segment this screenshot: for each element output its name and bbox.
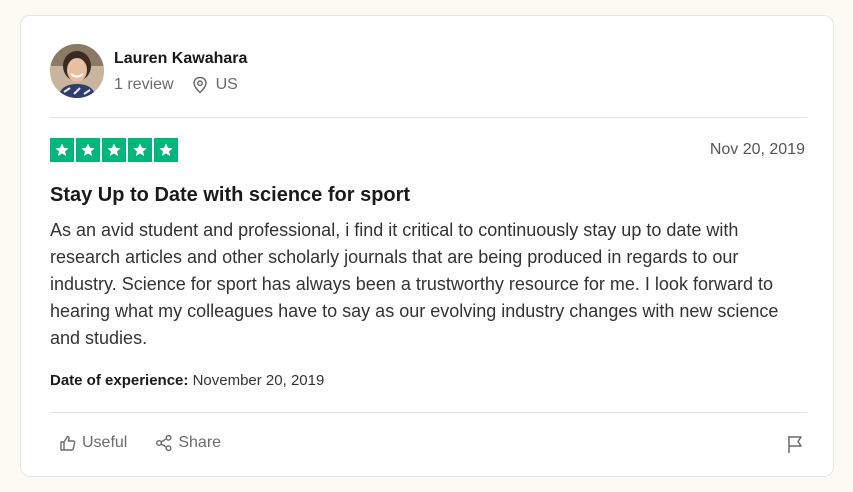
- share-icon: [156, 434, 172, 452]
- star-icon: [76, 138, 100, 162]
- review-title[interactable]: Stay Up to Date with science for sport: [50, 182, 410, 208]
- thumbs-up-icon: [60, 435, 76, 451]
- share-label: Share: [178, 434, 222, 451]
- useful-button[interactable]: Useful: [59, 434, 127, 452]
- reviewer-info: Lauren Kawahara 1 review US: [114, 47, 247, 95]
- date-of-experience: Date of experience: November 20, 2019: [50, 372, 324, 389]
- star-icon: [50, 138, 74, 162]
- review-card: Lauren Kawahara 1 review US Nov 20, 2019…: [20, 15, 834, 477]
- star-icon: [128, 138, 152, 162]
- useful-label: Useful: [82, 434, 128, 451]
- location-pin-icon: [192, 76, 208, 94]
- reviewer-name[interactable]: Lauren Kawahara: [114, 49, 247, 69]
- review-count: 1 review: [114, 76, 174, 93]
- divider: [50, 117, 807, 118]
- experience-date: November 20, 2019: [192, 372, 325, 389]
- divider: [50, 412, 807, 413]
- experience-label: Date of experience:: [50, 372, 189, 389]
- reviewer-header: Lauren Kawahara 1 review US: [50, 44, 247, 98]
- review-actions: Useful Share: [59, 434, 249, 452]
- avatar-image: [50, 44, 104, 98]
- star-icon: [102, 138, 126, 162]
- flag-icon: [788, 436, 802, 453]
- review-date: Nov 20, 2019: [709, 141, 805, 158]
- star-icon: [154, 138, 178, 162]
- reviewer-meta: 1 review US: [114, 75, 247, 95]
- review-body: As an avid student and professional, i f…: [50, 220, 779, 348]
- star-rating: [50, 138, 180, 162]
- report-flag-button[interactable]: [785, 434, 805, 459]
- reviewer-country: US: [215, 76, 238, 93]
- avatar[interactable]: [50, 44, 104, 98]
- share-button[interactable]: Share: [155, 434, 221, 452]
